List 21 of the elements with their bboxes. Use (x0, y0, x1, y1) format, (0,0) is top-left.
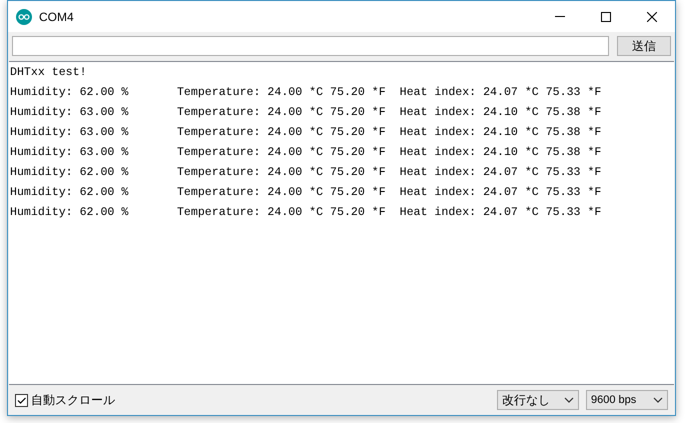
baud-rate-dropdown[interactable]: 9600 bps (586, 390, 668, 410)
send-button[interactable]: 送信 (617, 36, 671, 56)
output-line: Humidity: 63.00 % Temperature: 24.00 *C 75.20 *F Heat index: 24.10 *C 75.38 *F (9, 145, 602, 161)
output-line: Humidity: 63.00 % Temperature: 24.00 *C 75.20 *F Heat index: 24.10 *C 75.38 *F (9, 125, 602, 141)
output-line: DHTxx test! (9, 65, 88, 81)
chevron-down-icon (653, 397, 663, 403)
output-line: Humidity: 62.00 % Temperature: 24.00 *C 75.20 *F Heat index: 24.07 *C 75.33 *F (9, 205, 602, 221)
app-logo-icon (16, 8, 32, 24)
output-line: Humidity: 63.00 % Temperature: 24.00 *C 75.20 *F Heat index: 24.10 *C 75.38 *F (9, 105, 602, 121)
autoscroll-label: 自動スクロール (31, 392, 115, 409)
chevron-down-icon (564, 397, 574, 403)
minimize-icon (555, 16, 565, 17)
close-icon (647, 12, 657, 22)
autoscroll-checkbox[interactable] (15, 394, 28, 406)
output-line: Humidity: 62.00 % Temperature: 24.00 *C 75.20 *F Heat index: 24.07 *C 75.33 *F (9, 85, 602, 101)
output-line: Humidity: 62.00 % Temperature: 24.00 *C 75.20 *F Heat index: 24.07 *C 75.33 *F (9, 185, 602, 201)
line-ending-dropdown[interactable]: 改行なし (497, 390, 579, 410)
window-title: COM4 (39, 8, 74, 26)
input-field[interactable] (12, 36, 609, 56)
maximize-icon (601, 12, 611, 22)
output-line: Humidity: 62.00 % Temperature: 24.00 *C 75.20 *F Heat index: 24.07 *C 75.33 *F (9, 165, 602, 181)
